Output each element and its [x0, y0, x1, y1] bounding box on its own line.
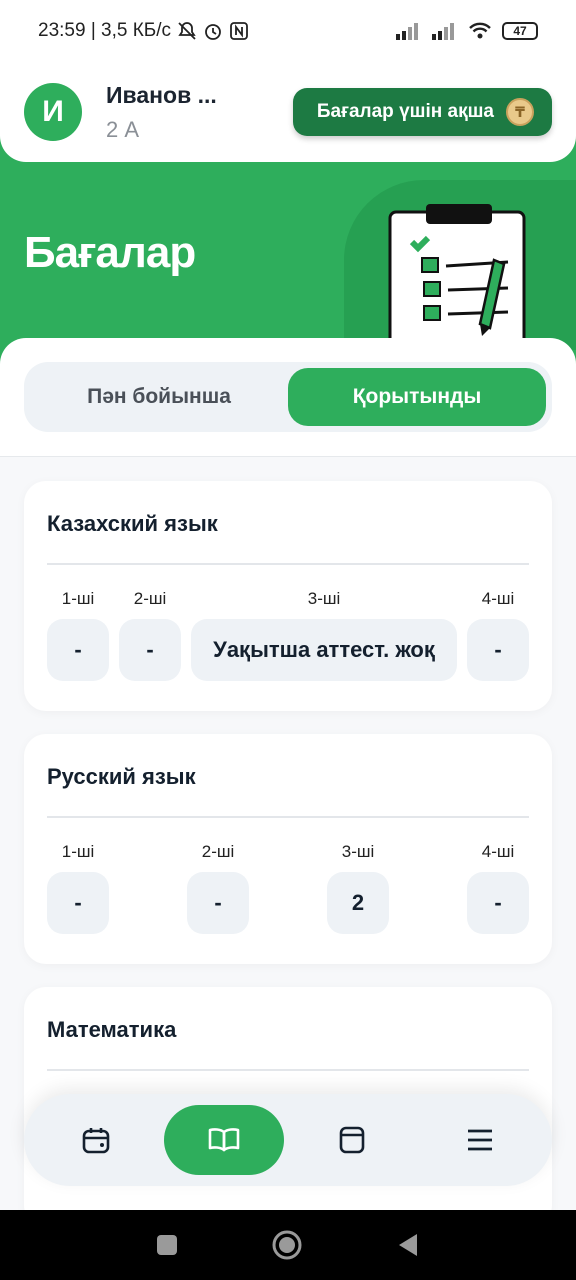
quarter-item: 4-ші -	[467, 842, 529, 934]
quarter-label: 3-ші	[341, 842, 375, 861]
nfc-icon	[230, 22, 248, 40]
card-divider	[47, 1069, 529, 1071]
quarter-item: 2-ші -	[119, 589, 181, 681]
quarter-label: 4-ші	[481, 842, 515, 861]
user-class: 2 А	[106, 116, 140, 142]
nav-grades[interactable]	[164, 1105, 284, 1175]
notebook-icon	[339, 1126, 365, 1154]
user-info[interactable]: Иванов ... 2 А	[106, 82, 217, 143]
subject-name: Математика	[47, 1017, 177, 1042]
quarter-item: 3-ші Уақытша аттест. жоқ	[191, 589, 457, 681]
coin-icon: ₸	[506, 98, 534, 126]
clipboard-illustration-icon	[388, 204, 526, 346]
back-icon[interactable]	[395, 1232, 421, 1258]
profile-header: И Иванов ... 2 А Бағалар үшін ақша ₸	[0, 62, 576, 162]
grades-money-label: Бағалар үшін ақша	[316, 101, 494, 122]
calendar-icon	[82, 1128, 110, 1154]
alarm-icon	[205, 24, 221, 40]
avatar[interactable]: И	[24, 83, 82, 141]
status-bar: 23:59 | 3,5 КБ/с 47	[0, 0, 576, 62]
quarter-grade[interactable]: -	[47, 872, 109, 934]
user-name: Иванов ...	[106, 81, 217, 108]
nav-menu[interactable]	[420, 1105, 540, 1175]
quarter-label: 2-ші	[133, 589, 167, 608]
card-divider	[47, 816, 529, 818]
book-icon	[208, 1128, 240, 1152]
quarter-grade[interactable]: -	[467, 619, 529, 681]
quarter-item: 4-ші -	[467, 589, 529, 681]
menu-icon	[468, 1129, 492, 1151]
system-navigation-bar	[0, 1210, 576, 1280]
subject-card: Русский язык 1-ші - 2-ші - 3-ші 2 4-ші -	[24, 734, 552, 964]
signal-icon	[396, 23, 418, 40]
subject-name: Русский язык	[47, 764, 196, 789]
quarter-grade[interactable]: -	[467, 872, 529, 934]
quarter-item: 2-ші -	[187, 842, 249, 934]
bottom-navigation	[24, 1094, 552, 1186]
quarter-item: 1-ші -	[47, 842, 109, 934]
home-icon[interactable]	[271, 1229, 303, 1261]
page-title: Бағалар	[24, 228, 196, 277]
quarter-label: 1-ші	[61, 842, 95, 861]
quarter-grade[interactable]: Уақытша аттест. жоқ	[191, 619, 457, 681]
wifi-icon	[469, 22, 491, 39]
quarter-item: 3-ші 2	[327, 842, 389, 934]
quarter-item: 1-ші -	[47, 589, 109, 681]
tab-final[interactable]: Қорытынды	[288, 368, 546, 426]
quarter-grades: 1-ші - 2-ші - 3-ші Уақытша аттест. жоқ 4…	[47, 589, 529, 681]
status-time: 23:59 | 3,5 КБ/с	[38, 20, 172, 41]
battery-indicator: 47	[502, 22, 538, 40]
quarter-grade[interactable]: 2	[327, 872, 389, 934]
quarter-label: 4-ші	[481, 589, 515, 608]
grades-view-tabs: Пән бойынша Қорытынды	[24, 362, 552, 432]
nav-calendar[interactable]	[36, 1105, 156, 1175]
main-content: Пән бойынша Қорытынды Казахский язык 1-ш…	[0, 338, 576, 1210]
quarter-label: 1-ші	[61, 589, 95, 608]
subject-name: Казахский язык	[47, 511, 218, 536]
nav-diary[interactable]	[292, 1105, 412, 1175]
recent-apps-icon[interactable]	[155, 1233, 179, 1257]
grades-money-button[interactable]: Бағалар үшін ақша ₸	[292, 88, 552, 136]
quarter-grade[interactable]: -	[47, 619, 109, 681]
mute-notifications-icon	[178, 22, 196, 40]
quarter-grades: 1-ші - 2-ші - 3-ші 2 4-ші -	[47, 842, 529, 934]
signal-icon-2	[432, 23, 454, 40]
quarter-label: 2-ші	[201, 842, 235, 861]
tab-by-subject[interactable]: Пән бойынша	[30, 368, 288, 426]
subject-card: Казахский язык 1-ші - 2-ші - 3-ші Уақытш…	[24, 481, 552, 711]
quarter-grade[interactable]: -	[187, 872, 249, 934]
quarter-grade[interactable]: -	[119, 619, 181, 681]
card-divider	[47, 563, 529, 565]
quarter-label: 3-ші	[307, 589, 341, 608]
